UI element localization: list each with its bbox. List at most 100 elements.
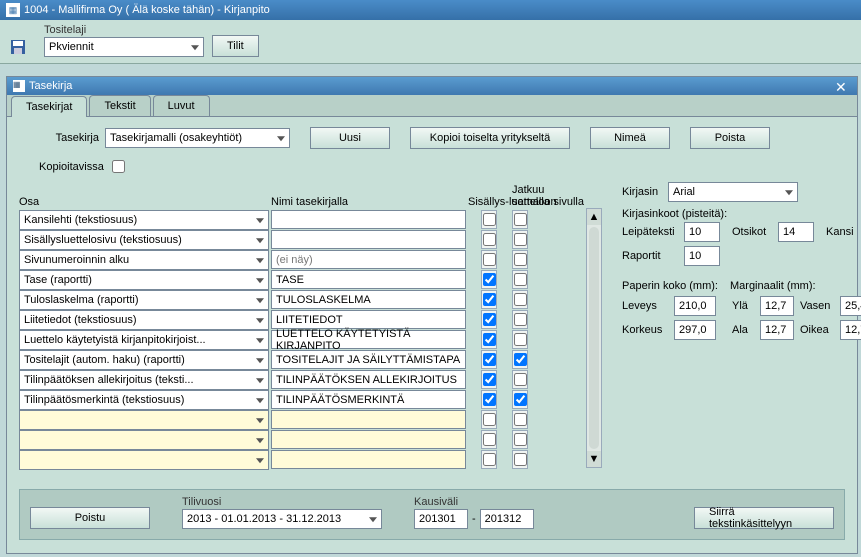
osa-dropdown[interactable]: Tase (raportti) <box>19 270 269 290</box>
nimi-input[interactable]: TASE <box>271 270 466 289</box>
siirra-button[interactable]: Siirrä tekstinkäsittelyyn <box>694 507 834 529</box>
ala-input[interactable] <box>760 320 794 340</box>
jatkuu-checkbox[interactable] <box>512 350 528 369</box>
osa-dropdown[interactable]: Sisällysluettelosivu (tekstiosuus) <box>19 230 269 250</box>
jatkuu-checkbox[interactable] <box>512 310 528 329</box>
sub-title: Tasekirja <box>29 80 72 92</box>
scroll-thumb[interactable] <box>589 227 599 449</box>
kirjasin-dropdown[interactable]: Arial <box>668 182 798 202</box>
tilivuosi-dropdown[interactable]: 2013 - 01.01.2013 - 31.12.2013 <box>182 509 382 529</box>
osa-dropdown[interactable]: Tuloslaskelma (raportti) <box>19 290 269 310</box>
leveys-input[interactable] <box>674 296 716 316</box>
sisallys-checkbox[interactable] <box>481 230 497 249</box>
nimi-input[interactable] <box>271 230 466 249</box>
tasekirja-dropdown[interactable]: Tasekirjamalli (osakeyhtiöt) <box>105 128 290 148</box>
poistu-button[interactable]: Poistu <box>30 507 150 529</box>
jatkuu-checkbox[interactable] <box>512 410 528 429</box>
osa-dropdown[interactable]: Tositelajit (autom. haku) (raportti) <box>19 350 269 370</box>
raportit-label: Raportit <box>622 250 678 262</box>
jatkuu-checkbox[interactable] <box>512 390 528 409</box>
nimi-input[interactable]: TILINPÄÄTÖSMERKINTÄ <box>271 390 466 409</box>
tab-tasekirjat[interactable]: Tasekirjat <box>11 96 87 117</box>
osa-dropdown[interactable] <box>19 430 269 450</box>
otsikot-input[interactable] <box>778 222 814 242</box>
leipateksti-label: Leipäteksti <box>622 226 678 238</box>
kausivali-label: Kausiväli <box>414 496 534 508</box>
kopioitavissa-checkbox[interactable] <box>112 160 125 173</box>
tab-content: Tasekirja Tasekirjamalli (osakeyhtiöt) U… <box>7 117 857 548</box>
osa-dropdown[interactable] <box>19 450 269 470</box>
paperin-label: Paperin koko (mm): <box>622 280 724 292</box>
oikea-input[interactable] <box>840 320 861 340</box>
osa-dropdown[interactable]: Tilinpäätösmerkintä (tekstiosuus) <box>19 390 269 410</box>
sisallys-checkbox[interactable] <box>481 350 497 369</box>
kausi-to-input[interactable] <box>480 509 534 529</box>
leipateksti-input[interactable] <box>684 222 720 242</box>
oikea-label: Oikea <box>800 324 834 336</box>
nimi-input[interactable] <box>271 210 466 229</box>
sisallys-checkbox[interactable] <box>481 450 497 469</box>
nimi-input[interactable] <box>271 450 466 469</box>
osa-dropdown[interactable]: Kansilehti (tekstiosuus) <box>19 210 269 230</box>
sisallys-checkbox[interactable] <box>481 390 497 409</box>
nimi-input[interactable]: LUETTELO KÄYTETYISTÄ KIRJANPITO <box>271 330 466 349</box>
jatkuu-checkbox[interactable] <box>512 210 528 229</box>
kausi-from-input[interactable] <box>414 509 468 529</box>
nimi-input[interactable] <box>271 410 466 429</box>
yla-label: Ylä <box>732 300 754 312</box>
nimi-input[interactable]: TOSITELAJIT JA SÄILYTTÄMISTAPA <box>271 350 466 369</box>
jatkuu-checkbox[interactable] <box>512 370 528 389</box>
raportit-input[interactable] <box>684 246 720 266</box>
scroll-up-icon[interactable]: ▲ <box>587 209 601 225</box>
sisallys-checkbox[interactable] <box>481 410 497 429</box>
nimi-input[interactable]: TILINPÄÄTÖKSEN ALLEKIRJOITUS <box>271 370 466 389</box>
vasen-label: Vasen <box>800 300 834 312</box>
jatkuu-checkbox[interactable] <box>512 430 528 449</box>
tab-luvut[interactable]: Luvut <box>153 95 210 116</box>
kopioi-button[interactable]: Kopioi toiselta yritykseltä <box>410 127 570 149</box>
sisallys-checkbox[interactable] <box>481 270 497 289</box>
jatkuu-checkbox[interactable] <box>512 330 528 349</box>
app-icon: ▦ <box>6 3 20 17</box>
poista-button[interactable]: Poista <box>690 127 770 149</box>
tilit-button[interactable]: Tilit <box>212 35 259 57</box>
sisallys-checkbox[interactable] <box>481 330 497 349</box>
vasen-input[interactable] <box>840 296 861 316</box>
sisallys-checkbox[interactable] <box>481 430 497 449</box>
sisallys-checkbox[interactable] <box>481 210 497 229</box>
jatkuu-checkbox[interactable] <box>512 230 528 249</box>
uusi-button[interactable]: Uusi <box>310 127 390 149</box>
sisallys-checkbox[interactable] <box>481 310 497 329</box>
bottom-bar: Poistu Tilivuosi 2013 - 01.01.2013 - 31.… <box>19 489 845 540</box>
jatkuu-checkbox[interactable] <box>512 270 528 289</box>
sisallys-checkbox[interactable] <box>481 250 497 269</box>
sisallys-checkbox[interactable] <box>481 370 497 389</box>
jatkuu-checkbox[interactable] <box>512 450 528 469</box>
osa-dropdown[interactable]: Sivunumeroinnin alku <box>19 250 269 270</box>
nimi-input[interactable]: LIITETIEDOT <box>271 310 466 329</box>
nimi-input[interactable]: (ei näy) <box>271 250 466 269</box>
scroll-down-icon[interactable]: ▼ <box>587 451 601 467</box>
sisallys-checkbox[interactable] <box>481 290 497 309</box>
tab-tekstit[interactable]: Tekstit <box>89 95 150 116</box>
save-icon[interactable] <box>8 37 28 57</box>
main-titlebar: ▦ 1004 - Mallifirma Oy ( Älä koske tähän… <box>0 0 861 20</box>
osa-dropdown[interactable] <box>19 410 269 430</box>
osa-dropdown[interactable]: Liitetiedot (tekstiosuus) <box>19 310 269 330</box>
right-panel: Kirjasin Arial Kirjasinkoot (pisteitä): … <box>622 182 861 470</box>
jatkuu-checkbox[interactable] <box>512 290 528 309</box>
nimi-input[interactable] <box>271 430 466 449</box>
grid-scrollbar[interactable]: ▲ ▼ <box>586 208 602 468</box>
osa-dropdown[interactable]: Tilinpäätöksen allekirjoitus (teksti... <box>19 370 269 390</box>
korkeus-input[interactable] <box>674 320 716 340</box>
nimea-button[interactable]: Nimeä <box>590 127 670 149</box>
tositelaji-dropdown[interactable]: Pkviennit <box>44 37 204 57</box>
yla-input[interactable] <box>760 296 794 316</box>
tilivuosi-label: Tilivuosi <box>182 496 382 508</box>
kausi-sep: - <box>472 513 476 525</box>
osa-dropdown[interactable]: Luettelo käytetyistä kirjanpitokirjoist.… <box>19 330 269 350</box>
jatkuu-checkbox[interactable] <box>512 250 528 269</box>
nimi-input[interactable]: TULOSLASKELMA <box>271 290 466 309</box>
close-icon[interactable]: ✕ <box>835 79 851 93</box>
kirjasinkoot-label: Kirjasinkoot (pisteitä): <box>622 208 861 220</box>
